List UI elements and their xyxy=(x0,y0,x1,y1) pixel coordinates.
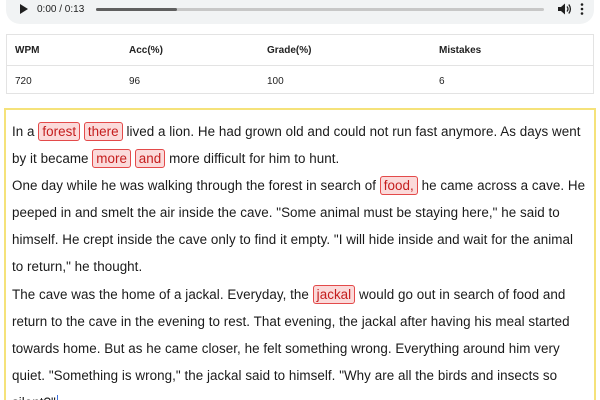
time-readout: 0:00 / 0:13 xyxy=(37,3,85,15)
value-wpm: 720 xyxy=(15,75,32,87)
value-grade: 100 xyxy=(267,75,284,87)
stats-table: WPM Acc(%) Grade(%) Mistakes 720 96 100 … xyxy=(6,34,594,94)
passage-text-segment: more difficult for him to hunt. xyxy=(165,151,340,167)
mistake-word: jackal xyxy=(312,284,356,304)
mistake-word: and xyxy=(134,149,166,169)
audio-progress-slider[interactable] xyxy=(96,7,544,11)
text-caret xyxy=(56,394,59,400)
paragraph-3: The cave was the home of a jackal. Every… xyxy=(12,281,588,400)
paragraph-1: In a forest there lived a lion. He had g… xyxy=(12,118,588,172)
typing-passage-area[interactable]: In a forest there lived a lion. He had g… xyxy=(4,108,596,400)
value-accuracy: 96 xyxy=(129,75,141,87)
mistake-word: food, xyxy=(379,176,418,196)
audio-progress-fill xyxy=(96,7,177,11)
paragraph-2: One day while he was walking through the… xyxy=(12,172,588,280)
value-mistakes: 6 xyxy=(439,75,445,87)
volume-icon[interactable] xyxy=(558,3,572,15)
header-wpm: WPM xyxy=(15,44,40,56)
stats-value-row: 720 96 100 6 xyxy=(7,66,593,96)
passage-text: In a forest there lived a lion. He had g… xyxy=(12,118,588,400)
play-icon[interactable] xyxy=(20,4,28,14)
typing-test-page: 0:00 / 0:13 WPM Acc(%) Grade(%) Mistakes… xyxy=(0,0,600,400)
header-grade: Grade(%) xyxy=(267,44,312,56)
mistake-word: more xyxy=(92,149,132,169)
passage-text-segment: One day while he was walking through the… xyxy=(12,178,380,194)
passage-text-segment: would go out in search of food and retur… xyxy=(12,286,570,400)
stats-header-row: WPM Acc(%) Grade(%) Mistakes xyxy=(7,35,593,66)
mistake-word: forest xyxy=(38,122,81,141)
passage-text-segment: In a xyxy=(12,124,39,139)
passage-text-segment: The cave was the home of a jackal. Every… xyxy=(12,286,313,302)
mistake-word: there xyxy=(83,122,123,141)
more-vertical-icon[interactable] xyxy=(580,3,584,15)
header-mistakes: Mistakes xyxy=(439,44,482,56)
header-accuracy: Acc(%) xyxy=(129,44,163,56)
audio-player[interactable]: 0:00 / 0:13 xyxy=(6,0,594,24)
